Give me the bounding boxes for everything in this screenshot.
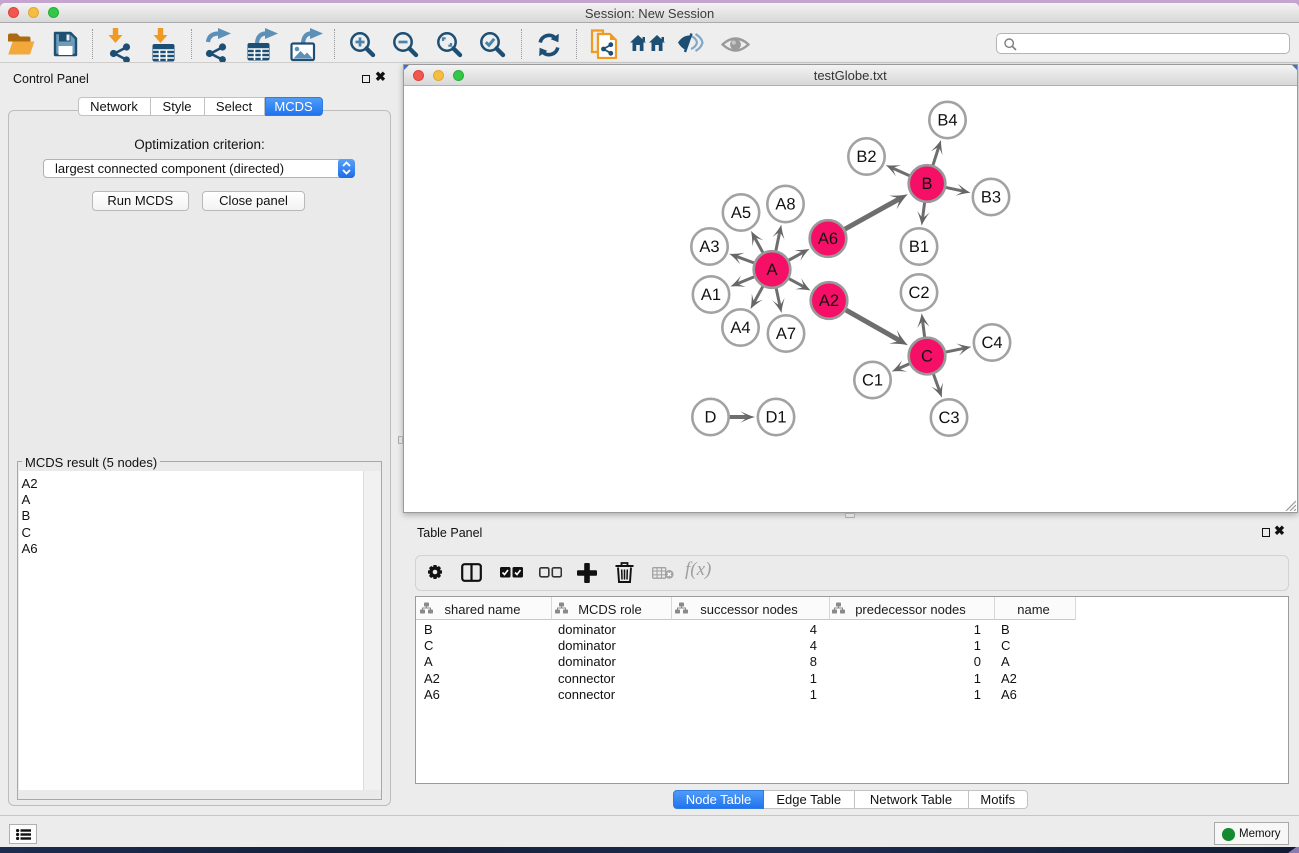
svg-text:C4: C4 [981,334,1002,352]
svg-text:C: C [921,348,933,366]
svg-text:A2: A2 [819,292,839,310]
svg-text:C2: C2 [908,284,929,302]
svg-text:B4: B4 [937,112,957,130]
svg-text:D: D [705,409,717,427]
svg-text:A: A [766,261,777,279]
svg-text:A1: A1 [701,286,721,304]
svg-text:B1: B1 [909,238,929,256]
svg-text:A3: A3 [699,238,719,256]
svg-text:A7: A7 [776,325,796,343]
svg-text:A5: A5 [731,204,751,222]
svg-text:A4: A4 [730,319,750,337]
svg-text:A8: A8 [775,196,795,214]
svg-text:D1: D1 [765,409,786,427]
svg-text:A6: A6 [818,230,838,248]
svg-text:C1: C1 [862,372,883,390]
svg-text:C3: C3 [938,409,959,427]
svg-text:B3: B3 [981,189,1001,207]
svg-text:B: B [921,175,932,193]
svg-text:B2: B2 [856,148,876,166]
